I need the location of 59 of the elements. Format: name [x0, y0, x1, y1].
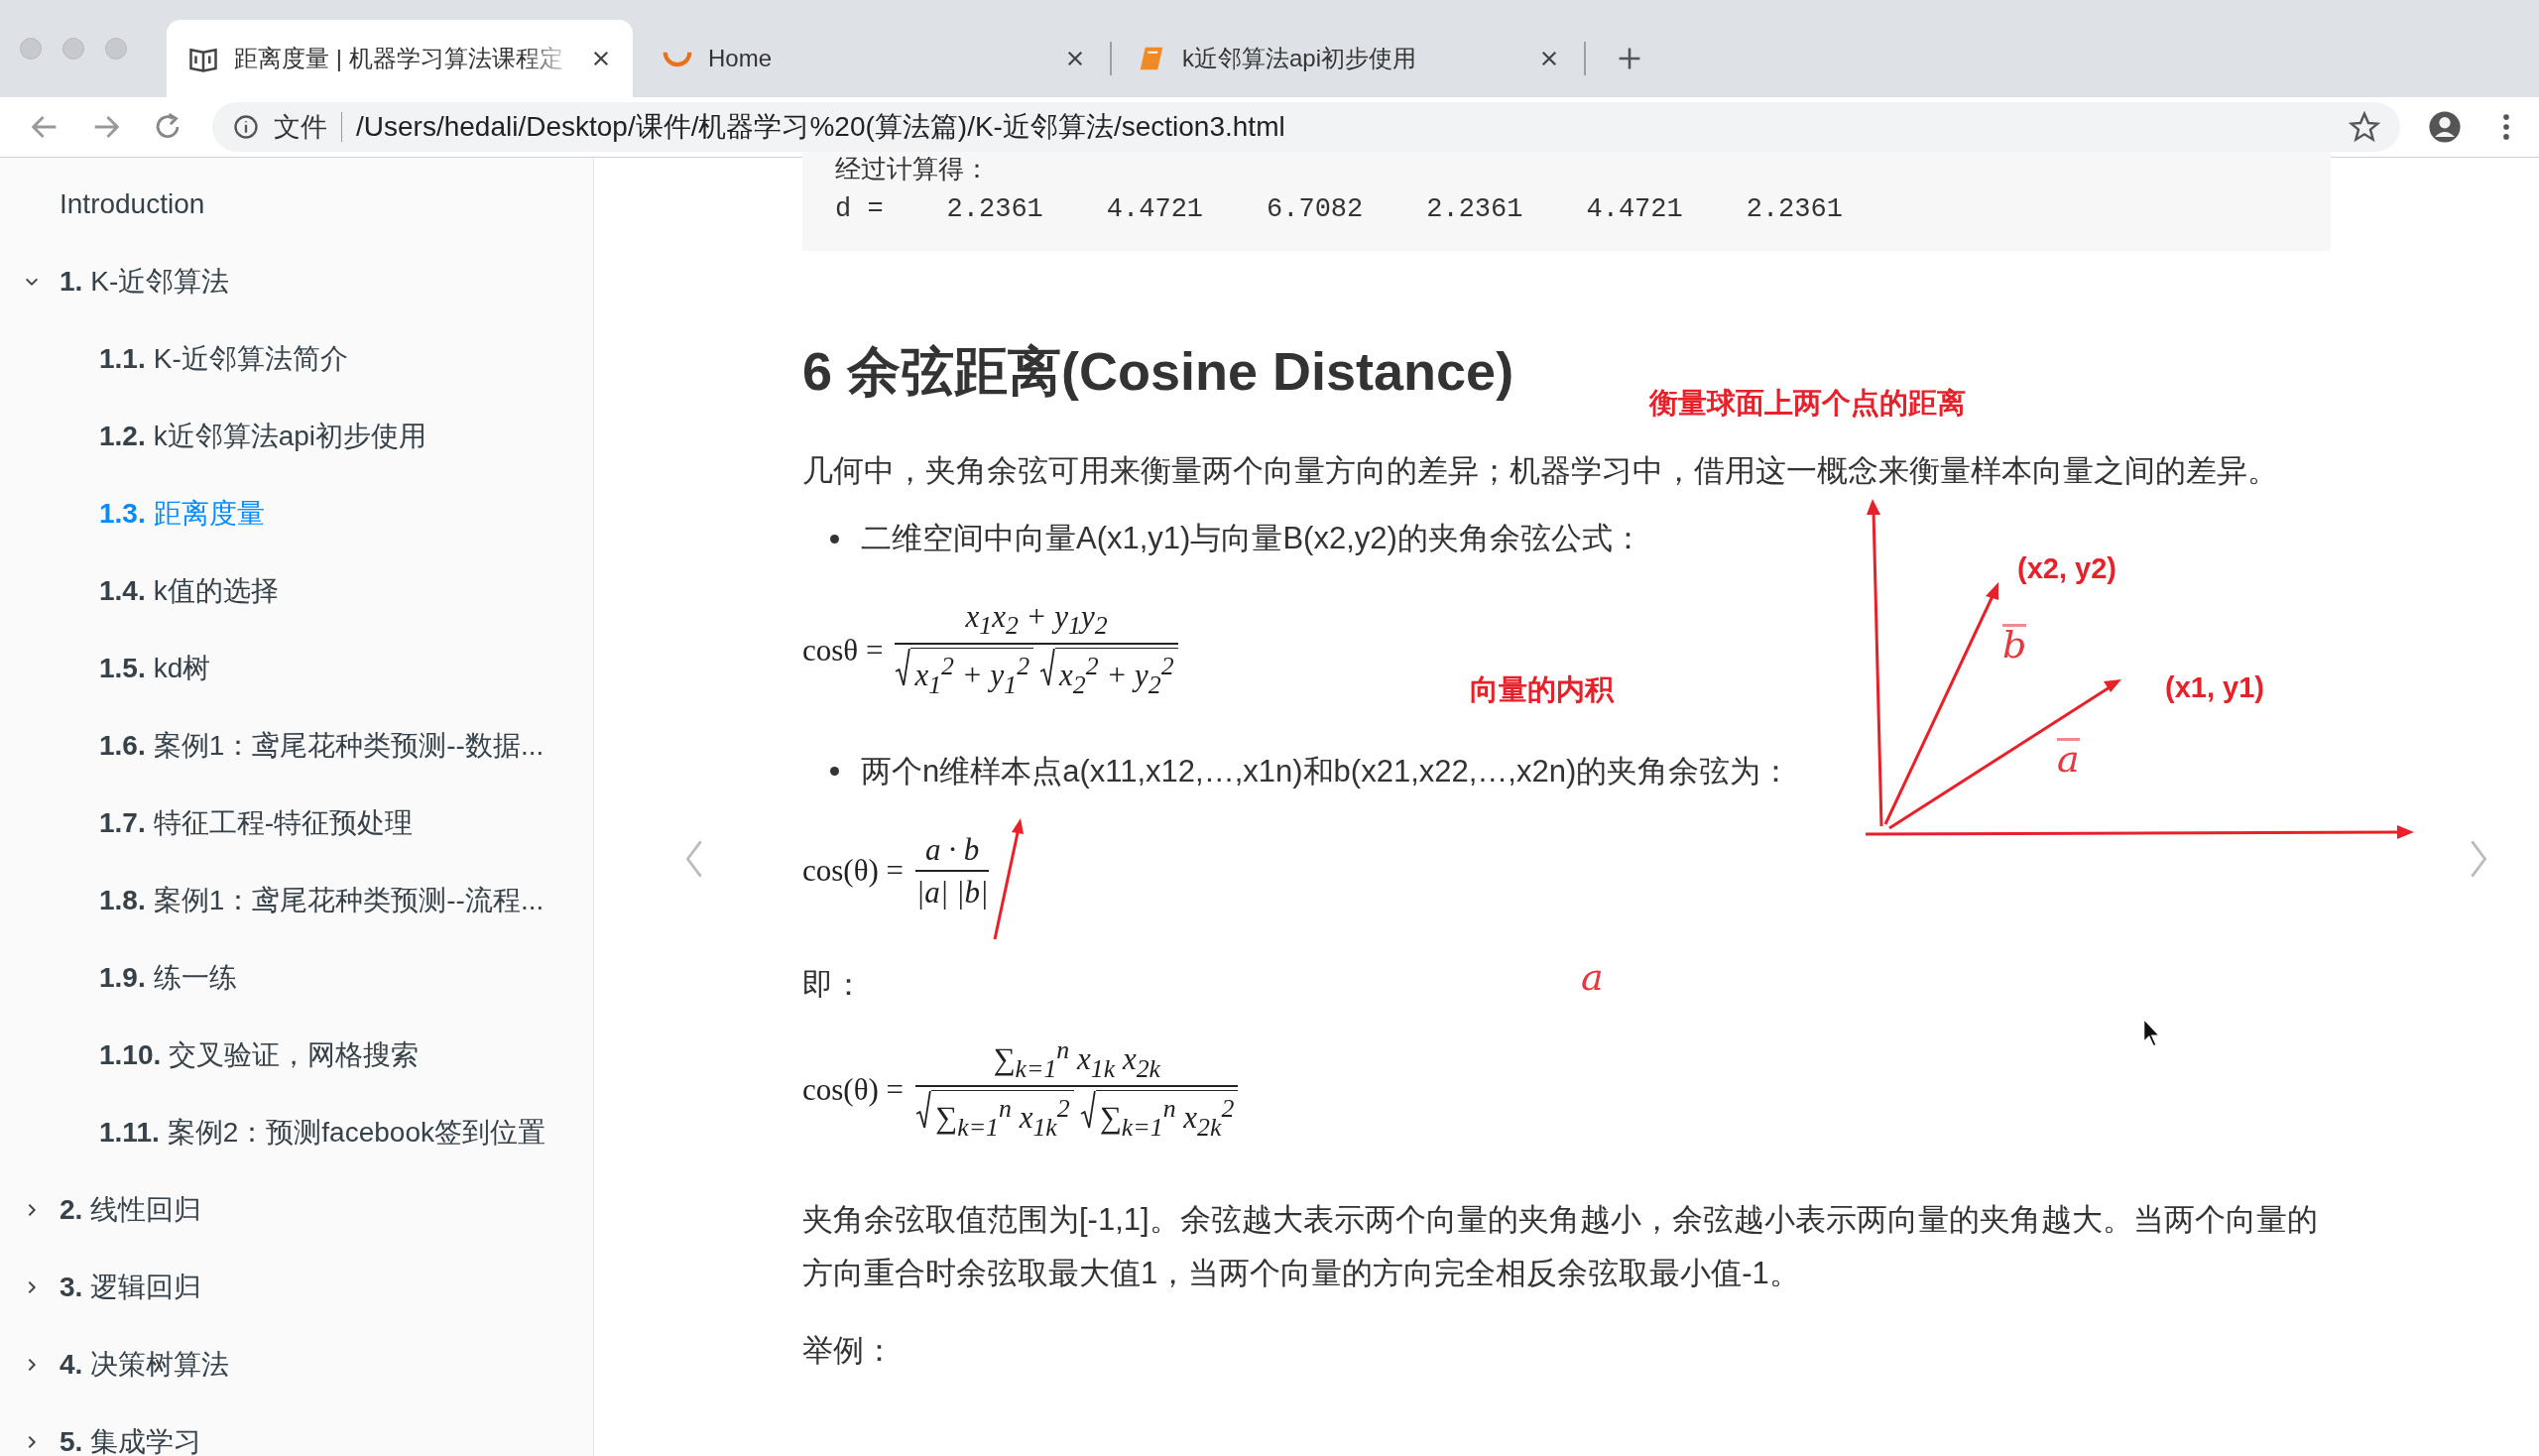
close-icon[interactable]	[1065, 49, 1085, 68]
paragraph: 几何中，夹角余弦可用来衡量两个向量方向的差异；机器学习中，借用这一概念来衡量样本向量之间的差异。	[802, 452, 2279, 490]
close-icon[interactable]	[591, 49, 611, 68]
sidebar-link[interactable]: 1.8. 案例1：鸢尾花种类预测--流程...	[99, 882, 544, 919]
bullet-dot	[830, 534, 839, 544]
code-value: 6.7082	[1267, 194, 1364, 224]
formula-term: |a| |b|	[915, 874, 989, 910]
sidebar-link[interactable]: 1.10. 交叉验证，网格搜索	[99, 1036, 420, 1074]
point-label: (x1, y1)	[2165, 671, 2264, 704]
code-value: 4.4721	[1586, 194, 1683, 224]
formula-lhs: cos(θ) =	[802, 1072, 905, 1109]
formula-lhs: cosθ =	[802, 633, 884, 669]
browser-tab[interactable]: 距离度量 | 机器学习算法课程定	[167, 20, 633, 97]
paragraph: 举例：	[802, 1331, 896, 1370]
list-item-text: 两个n维样本点a(x11,x12,…,x1n)和b(x21,x22,…,x2n)的夹角余弦为：	[861, 752, 1792, 790]
formula-numerator: a · b	[924, 831, 981, 869]
sidebar-link[interactable]: 5. 集成学习	[60, 1423, 202, 1456]
code-value: 2.2361	[1426, 194, 1523, 224]
sidebar-link[interactable]: 1.9. 练一练	[99, 959, 237, 997]
spinner-icon	[663, 50, 692, 67]
section-heading: 6 余弦距离(Cosine Distance)	[802, 340, 1514, 403]
formula-numerator: x$_{1}$x$_{2}$ + y$_{1}$y$_{2}$	[964, 599, 1109, 643]
vector-mark: a	[2057, 738, 2080, 777]
paragraph: 夹角余弦取值范围为[-1,1]。余弦越大表示两个向量的夹角越小，余弦越小表示两向量的夹角越大。当两个向量的方向重合时余弦取最大值1，当两个向量的方向完全相反余弦取最小值-1。	[802, 1200, 2319, 1292]
address-bar[interactable]: 文件 /Users/hedali/Desktop/课件/机器学习%20(算法篇)/K-近邻算法/section3.html	[212, 102, 2400, 152]
close-icon[interactable]	[1539, 49, 1559, 68]
new-tab-icon[interactable]	[1617, 46, 1642, 71]
sidebar-link[interactable]: 1.1. K-近邻算法简介	[99, 340, 348, 378]
bullet-dot	[830, 767, 839, 777]
bookmark-star-icon[interactable]	[2349, 111, 2380, 143]
sidebar-link[interactable]: 1.11. 案例2：预测facebook签到位置	[99, 1114, 545, 1152]
url-text: /Users/hedali/Desktop/课件/机器学习%20(算法篇)/K-近邻算法/section3.html	[356, 110, 1286, 144]
sidebar-link[interactable]: 1.5. kd树	[99, 650, 211, 687]
sidebar-link[interactable]: 4. 决策树算法	[60, 1346, 230, 1384]
handwritten-letter: a	[1581, 959, 1604, 995]
profile-icon[interactable]	[2428, 110, 2462, 144]
sidebar-link[interactable]: 1.7. 特征工程-特征预处理	[99, 804, 414, 842]
scheme-label: 文件	[274, 111, 327, 144]
sidebar-link[interactable]: Introduction	[60, 188, 205, 220]
code-value: 2.2361	[946, 194, 1043, 224]
annotation-note: 向量的内积	[1470, 672, 1614, 707]
formula-numerator: ∑$_{k=1}$$^{n}$ x$_{1k}$ x$_{2k}$	[992, 1034, 1162, 1085]
formula-lhs: cos(θ) =	[802, 853, 905, 890]
code-value: 4.4721	[1106, 194, 1204, 224]
sidebar-link[interactable]: 1.2. k近邻算法api初步使用	[99, 418, 427, 455]
sidebar-link[interactable]: 1. K-近邻算法	[60, 263, 230, 301]
sidebar-link[interactable]: 2. 线性回归	[60, 1191, 202, 1229]
vector-mark: b	[2002, 624, 2027, 663]
point-label: (x2, y2)	[2017, 552, 2116, 585]
code-caption: 经过计算得：	[835, 153, 991, 185]
code-value: d =	[835, 194, 884, 224]
paragraph: 即：	[802, 965, 864, 1004]
annotation-note: 衡量球面上两个点的距离	[1649, 386, 1966, 421]
sidebar-link[interactable]: 3. 逻辑回归	[60, 1269, 202, 1306]
sidebar-link[interactable]: 1.4. k值的选择	[99, 572, 279, 610]
sidebar-link[interactable]: 1.6. 案例1：鸢尾花种类预测--数据...	[99, 727, 544, 765]
list-item-text: 二维空间中向量A(x1,y1)与向量B(x2,y2)的夹角余弦公式：	[861, 520, 1643, 557]
code-value: 2.2361	[1746, 194, 1843, 224]
info-icon	[232, 113, 260, 141]
